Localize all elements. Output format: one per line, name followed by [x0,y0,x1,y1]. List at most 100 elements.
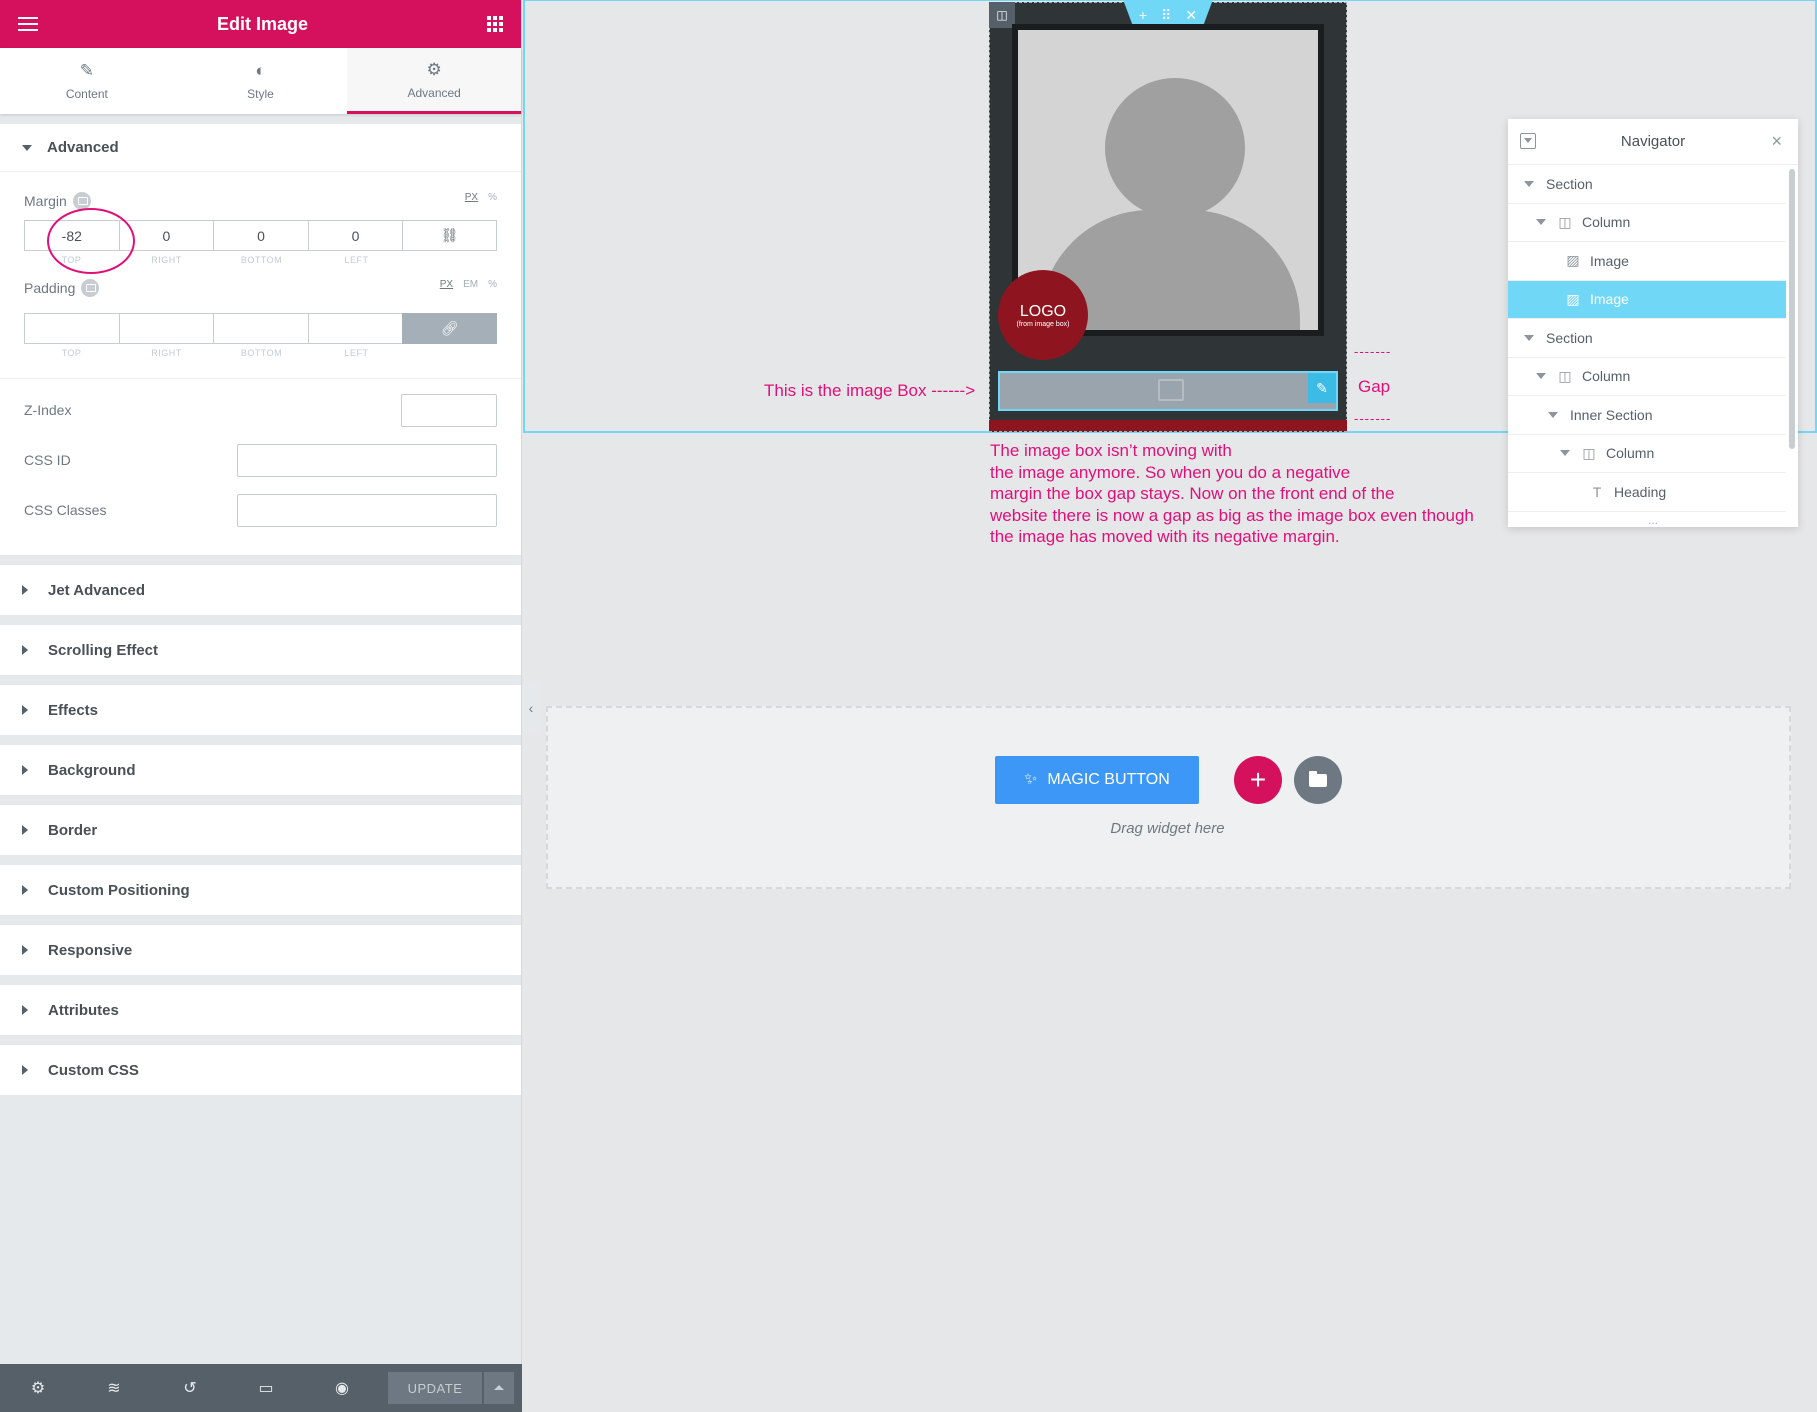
panel-collapse-toggle[interactable]: ‹ [522,682,540,734]
unit-percent[interactable]: % [488,192,497,203]
navigator-header[interactable]: Navigator × [1508,119,1798,165]
menu-icon[interactable] [18,17,38,31]
section-label: Scrolling Effect [48,641,159,659]
margin-label-text: Margin [24,193,67,209]
section-border[interactable]: Border [0,805,521,855]
padding-sublabels: TOP RIGHT BOTTOM LEFT [24,348,497,358]
gear-icon: ⚙ [426,59,442,79]
caret-down-icon [1536,373,1546,380]
css-id-label: CSS ID [24,452,71,468]
padding-bottom-input[interactable] [213,313,308,344]
navigator-resize-handle[interactable]: ... [1508,513,1798,527]
section-jet-advanced[interactable]: Jet Advanced [0,565,521,615]
column-icon: ◫ [1558,367,1572,384]
logo-badge: LOGO (from image box) [998,270,1088,360]
navigator-item-label: Section [1546,329,1593,346]
panel-tabs: ✎ Content ◐ Style ⚙ Advanced [0,48,522,114]
layers-icon[interactable]: ≋ [76,1378,152,1398]
eye-icon[interactable]: ◉ [304,1378,380,1398]
padding-inputs: 🔗︎ [24,313,497,344]
image-box-widget[interactable] [998,371,1338,411]
unit-px[interactable]: PX [440,279,453,290]
section-label: Border [48,821,98,839]
unit-percent[interactable]: % [488,279,497,290]
margin-control: Margin PX % -82 0 0 0 ⛓ TOP RIGHT BOTTOM [0,192,521,274]
navigator-item-inner-section[interactable]: Inner Section [1508,396,1786,435]
logo-text: LOGO [1019,302,1067,320]
edit-widget-pencil-icon[interactable]: ✎ [1308,373,1336,403]
section-effects[interactable]: Effects [0,685,521,735]
navigator-item-label: Heading [1614,483,1667,500]
close-icon[interactable]: × [1771,131,1782,152]
collapse-all-icon[interactable] [1520,133,1536,149]
navigator-item-column[interactable]: ◫ Column [1508,435,1786,473]
desktop-icon[interactable]: ▭ [228,1378,304,1398]
sublabel-right: RIGHT [151,255,182,265]
section-label: Background [48,761,136,779]
gap-bottom-dashes: ------- [1354,411,1392,426]
responsive-device-icon[interactable] [81,279,100,297]
tab-content[interactable]: ✎ Content [0,48,174,114]
section-label: Attributes [48,1001,119,1019]
section-label: Custom Positioning [48,881,190,899]
navigator-item-image-selected[interactable]: ▨ Image [1508,280,1786,319]
gap-top-dashes: ------- [1354,344,1392,359]
update-options-button[interactable] [484,1372,514,1404]
section-title: Advanced [47,139,119,156]
navigator-title: Navigator [1620,133,1686,150]
section-attributes[interactable]: Attributes [0,985,521,1035]
navigator-item-column[interactable]: ◫ Column [1508,358,1786,396]
settings-gear-icon[interactable]: ⚙ [0,1378,76,1398]
caret-down-icon [1536,219,1546,226]
z-index-input[interactable] [401,393,497,427]
widgets-grid-icon[interactable] [487,16,503,32]
sublabel-right: RIGHT [151,348,182,358]
add-template-button[interactable] [1294,756,1342,804]
section-label: Effects [48,701,99,719]
caret-right-icon [22,765,28,775]
add-section-icon[interactable]: + [1139,7,1147,23]
padding-top-input[interactable] [24,313,119,344]
navigator-item-section[interactable]: Section [1508,319,1786,358]
css-id-input[interactable] [237,443,497,477]
caret-right-icon [22,705,28,715]
update-button[interactable]: UPDATE [388,1372,482,1404]
link-values-button[interactable]: 🔗︎ [402,313,497,344]
advanced-section-header[interactable]: Advanced [0,124,521,172]
section-background[interactable]: Background [0,745,521,795]
css-classes-input[interactable] [237,493,497,527]
tab-style[interactable]: ◐ Style [174,48,348,114]
unit-em[interactable]: EM [463,279,478,290]
explanation-line: the image has moved with its negative ma… [990,527,1340,546]
tab-advanced[interactable]: ⚙ Advanced [347,48,522,114]
margin-bottom-input[interactable]: 0 [213,220,308,251]
margin-left-input[interactable]: 0 [307,220,403,251]
section-custom-positioning[interactable]: Custom Positioning [0,865,521,915]
image-icon: ▨ [1566,252,1580,269]
magic-wand-icon: ✨︎ [1024,771,1038,788]
navigator-item-section[interactable]: Section [1508,165,1786,204]
image-icon: ▨ [1566,290,1580,307]
drag-handle-icon[interactable]: ⠿ [1161,7,1171,24]
navigator-item-image[interactable]: ▨ Image [1508,242,1786,281]
add-section-button[interactable]: + [1234,756,1282,804]
column-icon: ◫ [1582,444,1596,461]
navigator-item-column[interactable]: ◫ Column [1508,204,1786,242]
navigator-scrollbar[interactable] [1789,169,1795,449]
unit-px[interactable]: PX [465,192,478,203]
section-responsive[interactable]: Responsive [0,925,521,975]
padding-right-input[interactable] [118,313,214,344]
section-custom-css[interactable]: Custom CSS [0,1045,521,1095]
history-icon[interactable]: ↺ [152,1378,228,1398]
z-index-row: Z-Index [0,385,521,435]
magic-button[interactable]: ✨︎ MAGIC BUTTON [995,756,1199,804]
delete-section-icon[interactable]: ✕ [1185,7,1197,24]
navigator-item-heading[interactable]: T Heading [1508,473,1786,512]
margin-inputs: -82 0 0 0 ⛓ [24,208,497,274]
section-scrolling-effect[interactable]: Scrolling Effect [0,625,521,675]
advanced-section: Advanced Margin PX % -82 0 0 0 ⛓ TOP RIG… [0,124,521,555]
heading-icon: T [1592,483,1602,500]
padding-label: Padding [24,279,497,297]
unlink-values-button[interactable]: ⛓ [402,220,497,251]
padding-left-input[interactable] [307,313,403,344]
